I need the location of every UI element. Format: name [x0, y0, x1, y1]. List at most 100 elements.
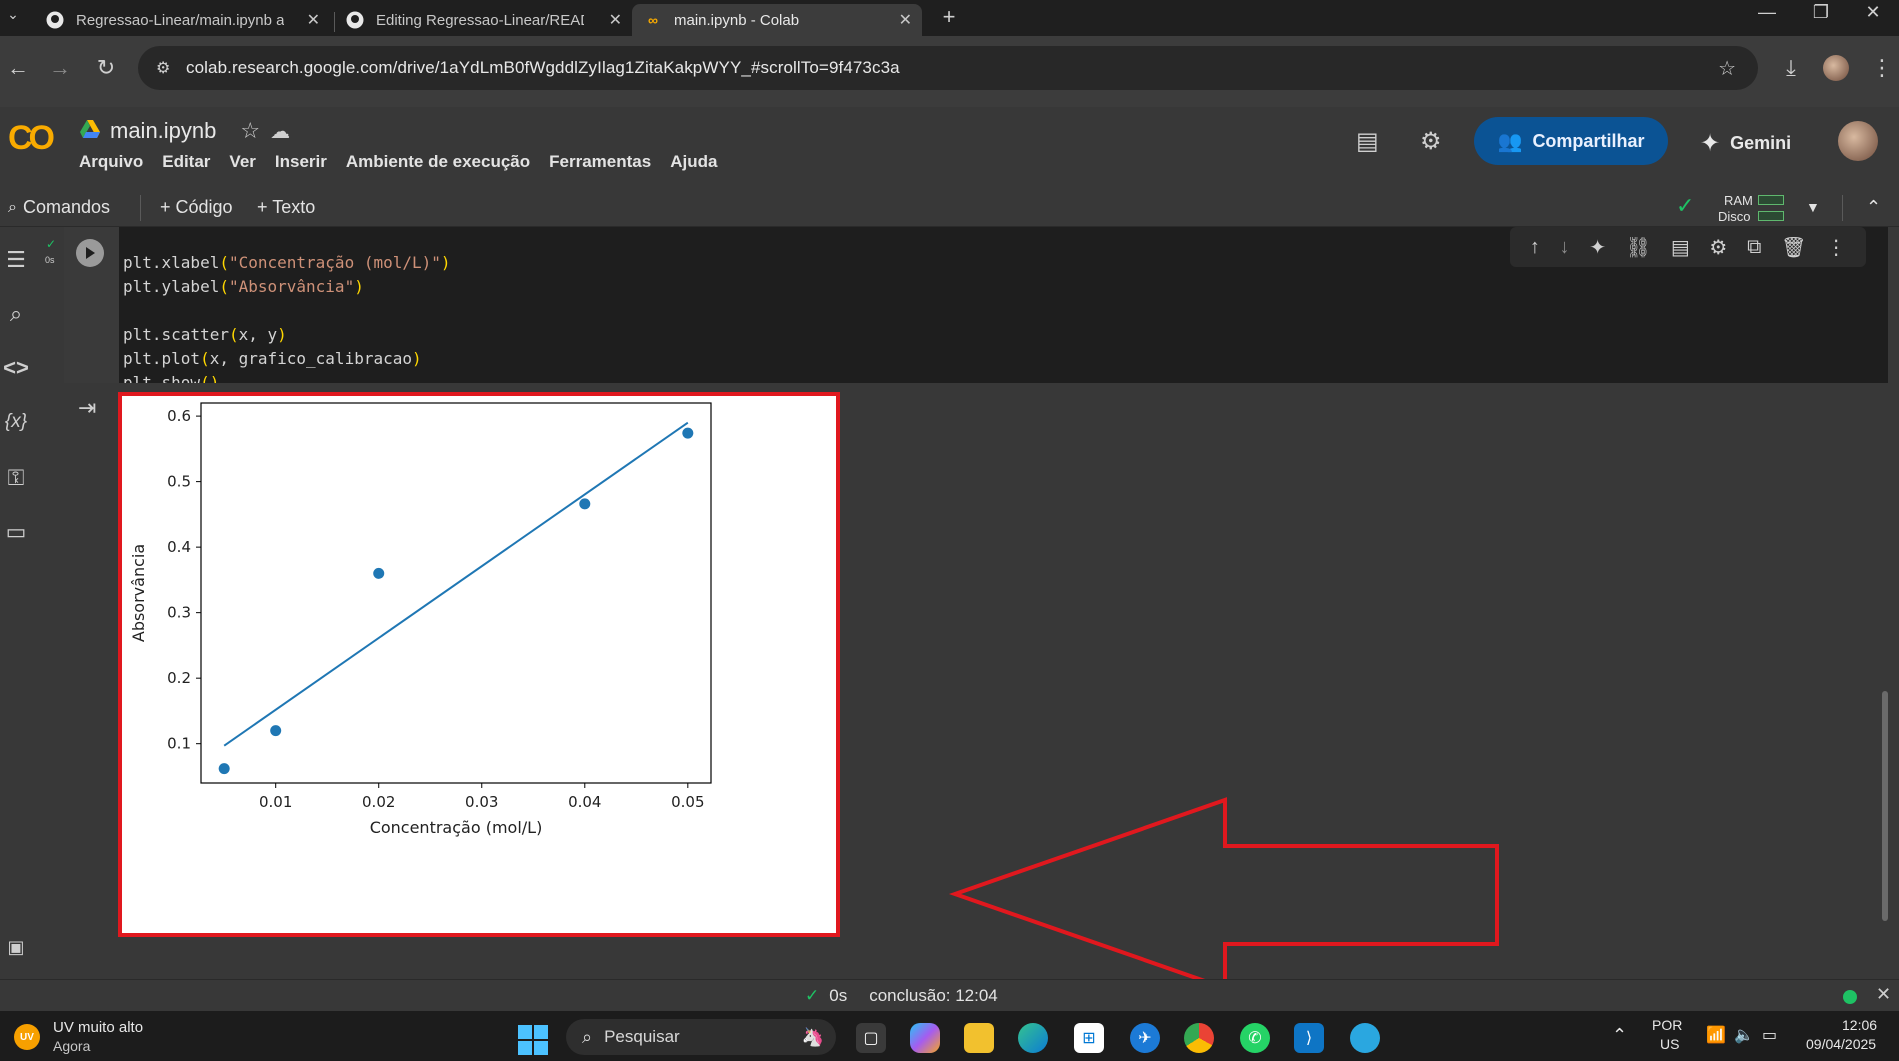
more-options-icon[interactable]: ⋮ — [1826, 235, 1846, 260]
scrollbar[interactable] — [1882, 691, 1888, 921]
tab-github-editing[interactable]: Editing Regressao-Linear/READ ✕ — [334, 4, 632, 36]
comments-icon[interactable]: ▤ — [1356, 127, 1379, 156]
resource-indicator[interactable]: RAM Disco — [1716, 191, 1786, 225]
taskbar-search[interactable]: ⌕ Pesquisar 🦄 — [566, 1019, 836, 1055]
find-icon[interactable]: ⌕ — [0, 301, 32, 327]
ai-sparkle-icon[interactable]: ✦ — [1589, 235, 1606, 260]
data-point — [270, 725, 282, 737]
tab-colab[interactable]: ∞ main.ipynb - Colab ✕ — [632, 4, 922, 36]
edge-icon[interactable] — [1018, 1023, 1048, 1053]
bookmark-star-icon[interactable]: ☆ — [1718, 56, 1736, 81]
site-info-icon[interactable]: ⚙ — [156, 58, 176, 78]
move-up-icon[interactable]: ↑ — [1530, 236, 1540, 259]
x-tick-label: 0.01 — [259, 793, 292, 811]
store-icon[interactable]: ⊞ — [1074, 1023, 1104, 1053]
weather-title[interactable]: UV muito alto — [53, 1019, 143, 1036]
comment-icon[interactable]: ▤ — [1671, 235, 1690, 260]
terminal-icon[interactable]: ▣ — [0, 937, 32, 958]
move-down-icon[interactable]: ↓ — [1560, 236, 1570, 259]
collapse-chevron-icon[interactable]: ⌃ — [1866, 197, 1881, 218]
y-tick-label: 0.5 — [167, 473, 191, 491]
colab-logo[interactable]: CO — [8, 119, 55, 158]
menu-inserir[interactable]: Inserir — [275, 152, 327, 172]
files-folder-icon[interactable]: ▭ — [0, 519, 32, 545]
commands-button[interactable]: ⌕ Comandos — [8, 197, 110, 218]
add-text-button[interactable]: + Texto — [257, 197, 315, 218]
address-bar[interactable]: ⚙ colab.research.google.com/drive/1aYdLm… — [138, 46, 1758, 90]
app-icon[interactable]: ✈ — [1130, 1023, 1160, 1053]
file-explorer-icon[interactable] — [964, 1023, 994, 1053]
tab-search-icon[interactable]: ⌄ — [0, 6, 38, 23]
menu-ambiente[interactable]: Ambiente de execução — [346, 152, 530, 172]
restore-icon[interactable]: ❐ — [1796, 2, 1846, 23]
share-button[interactable]: 👥 Compartilhar — [1474, 117, 1668, 165]
code-snippets-icon[interactable]: <> — [0, 355, 32, 381]
whatsapp-icon[interactable]: ✆ — [1240, 1023, 1270, 1053]
back-icon[interactable]: ← — [2, 52, 34, 84]
toc-icon[interactable]: ☰ — [0, 247, 32, 273]
download-icon[interactable]: ⤓ — [1775, 52, 1807, 84]
app-icon[interactable] — [1350, 1023, 1380, 1053]
drive-icon — [80, 119, 100, 143]
y-tick-label: 0.3 — [167, 604, 191, 622]
menu-ajuda[interactable]: Ajuda — [670, 152, 717, 172]
profile-avatar[interactable] — [1820, 52, 1852, 84]
notebook-title[interactable]: main.ipynb — [110, 118, 216, 144]
tray-chevron-icon[interactable]: ⌃ — [1612, 1025, 1627, 1046]
mirror-cell-icon[interactable]: ⧉ — [1747, 236, 1761, 259]
settings-gear-icon[interactable]: ⚙ — [1420, 127, 1442, 156]
window-close-icon[interactable]: ✕ — [1848, 2, 1898, 23]
search-icon: ⌕ — [8, 198, 17, 216]
github-icon — [46, 11, 64, 29]
add-code-button[interactable]: + Código — [160, 197, 233, 218]
minimize-icon[interactable]: — — [1742, 2, 1792, 23]
tab-github-main[interactable]: Regressao-Linear/main.ipynb at ✕ — [34, 4, 330, 36]
weather-uv-icon[interactable]: UV — [14, 1024, 40, 1050]
code-line: plt.plot(x, grafico_calibracao) — [123, 349, 422, 368]
notebook-area: ✓ 0s plt.xlabel("Concentração (mol/L)") p… — [40, 227, 1888, 991]
code-cell[interactable]: ✓ 0s plt.xlabel("Concentração (mol/L)") p… — [40, 227, 1888, 392]
run-cell-button[interactable] — [76, 239, 104, 267]
connected-check-icon: ✓ — [1676, 193, 1695, 218]
connection-dot — [1843, 990, 1857, 1004]
windows-start-icon[interactable] — [518, 1025, 548, 1055]
reload-icon[interactable]: ↻ — [90, 52, 122, 84]
avatar[interactable] — [1838, 121, 1878, 161]
variables-icon[interactable]: {x} — [0, 411, 32, 433]
data-point — [682, 427, 694, 439]
search-label: Pesquisar — [604, 1027, 680, 1046]
close-icon[interactable]: ✕ — [899, 10, 912, 30]
status-time: 0s — [829, 986, 848, 1005]
forward-icon[interactable]: → — [44, 52, 76, 84]
menu-ver[interactable]: Ver — [229, 152, 255, 172]
close-icon[interactable]: ✕ — [609, 10, 622, 30]
vscode-icon[interactable]: ⟩ — [1294, 1023, 1324, 1053]
secrets-key-icon[interactable]: ⚿ — [0, 465, 32, 491]
wifi-icon[interactable]: 📶 — [1706, 1025, 1726, 1045]
new-tab-icon[interactable]: + — [924, 4, 974, 30]
battery-icon[interactable]: ▭ — [1762, 1025, 1777, 1045]
gemini-button[interactable]: ✦ Gemini — [1700, 129, 1791, 158]
x-tick-label: 0.03 — [465, 793, 498, 811]
copilot-icon[interactable] — [910, 1023, 940, 1053]
cell-settings-icon[interactable]: ⚙ — [1709, 235, 1727, 260]
link-icon[interactable]: ⛓ — [1626, 235, 1651, 260]
runtime-dropdown-icon[interactable]: ▼ — [1806, 199, 1820, 215]
close-icon[interactable]: ✕ — [307, 10, 320, 30]
status-check-icon: ✓ — [805, 986, 820, 1005]
menu-arquivo[interactable]: Arquivo — [79, 152, 143, 172]
browser-menu-icon[interactable]: ⋮ — [1866, 52, 1898, 84]
menu-editar[interactable]: Editar — [162, 152, 210, 172]
chrome-icon[interactable] — [1184, 1023, 1214, 1053]
menu-ferramentas[interactable]: Ferramentas — [549, 152, 651, 172]
volume-icon[interactable]: 🔈 — [1734, 1025, 1754, 1045]
add-text-label: + Texto — [257, 197, 316, 217]
task-view-icon[interactable]: ▢ — [856, 1023, 886, 1053]
output-actions-icon[interactable]: ⇥ — [78, 395, 96, 421]
github-icon — [346, 11, 364, 29]
status-close-icon[interactable]: ✕ — [1876, 984, 1891, 1005]
lang-top[interactable]: POR — [1652, 1017, 1682, 1033]
delete-trash-icon[interactable]: 🗑 — [1781, 235, 1806, 260]
clock-time[interactable]: 12:06 — [1842, 1017, 1877, 1033]
star-icon[interactable]: ☆ — [240, 118, 260, 144]
